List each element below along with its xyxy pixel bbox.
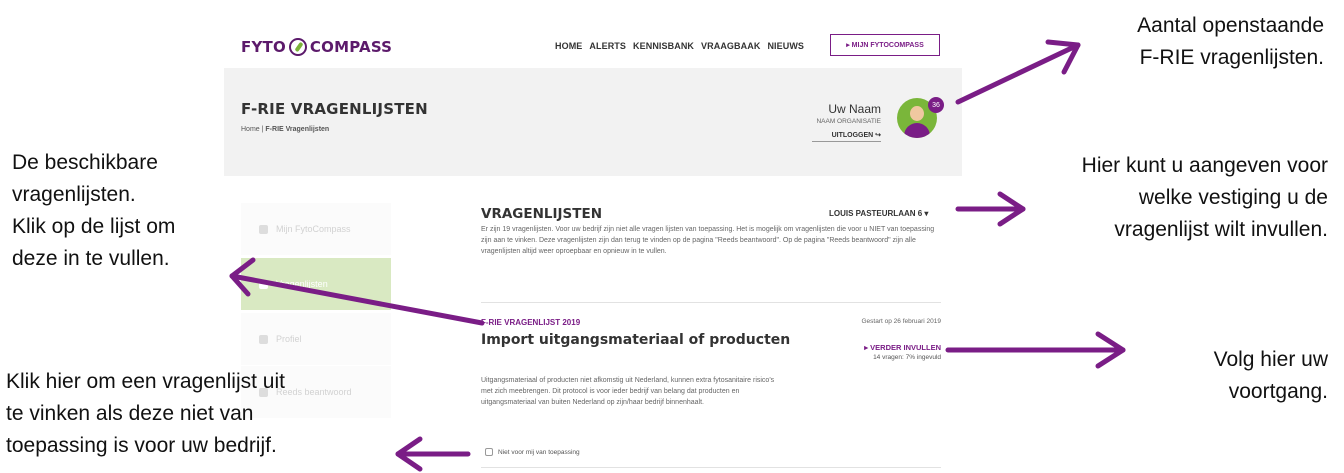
card-start-date: Gestart op 26 februari 2019 [861,318,942,325]
annotation-line: Klik hier om een vragenlijst uit [6,370,285,393]
sidebar-item-profiel[interactable]: Profiel [241,313,391,365]
arrow-to-badge [955,39,1081,105]
annotation-line: vragenlijsten. [12,183,136,206]
annotation-line: F-RIE vragenlijsten. [1139,46,1324,69]
annotation-line: vragenlijst wilt invullen. [1114,218,1328,241]
annotation-line: toepassing is voor uw bedrijf. [6,434,277,457]
open-questionnaires-badge: 36 [928,97,944,113]
location-select[interactable]: LOUIS PASTEURLAAN 6 ▾ [829,209,928,218]
divider [481,467,941,468]
arrow-to-progress [945,331,1126,369]
arrow-to-checkbox [395,436,471,472]
annotation-location: Hier kunt u aangeven voor welke vestigin… [1082,150,1328,246]
avatar-body [904,123,930,138]
not-applicable-checkbox[interactable] [485,448,493,456]
continue-button[interactable]: ▸ VERDER INVULLEN [820,343,941,352]
annotation-line: Klik op de lijst om [12,215,176,238]
avatar-head [910,106,924,121]
nav-alerts[interactable]: ALERTS [589,41,626,51]
intro-text: Er zijn 19 vragenlijsten. Voor uw bedrij… [481,226,935,256]
annotation-line: deze in te vullen. [12,247,170,270]
card-title[interactable]: Import uitgangsmateriaal of producten [481,332,801,349]
annotation-line: welke vestiging u de [1138,186,1328,209]
logo-text-right: COMPASS [309,38,393,56]
logout-link[interactable]: UITLOGGEN ↪ [812,131,881,142]
sidebar-item-label: Vragenlijsten [276,279,328,289]
annotation-progress: Volg hier uw voortgang. [1214,344,1328,408]
not-applicable-label: Niet voor mij van toepassing [498,448,580,456]
page-title: F-RIE VRAGENLIJSTEN [241,100,428,118]
nav-vraagbaak[interactable]: VRAAGBAAK [701,41,760,51]
nav-kennisbank[interactable]: KENNISBANK [633,41,694,51]
annotation-badge: Aantal openstaande F-RIE vragenlijsten. [1137,10,1324,74]
annotation-lists: De beschikbare vragenlijsten. Klik op de… [12,147,175,275]
annotation-line: Hier kunt u aangeven voor [1081,154,1328,177]
annotation-line: Volg hier uw [1213,348,1328,371]
progress-text: 14 vragen: 7% ingevuld [873,354,941,361]
nav-home[interactable]: HOME [555,41,582,51]
not-applicable-row[interactable]: Niet voor mij van toepassing [485,448,580,456]
sidebar-item-label: Profiel [276,334,302,344]
sidebar-item-mijn-fytocompass[interactable]: Mijn FytoCompass [241,203,391,255]
fytocompass-logo[interactable]: FYTO COMPASS [241,38,392,56]
annotation-checkbox: Klik hier om een vragenlijst uit te vink… [6,366,285,462]
breadcrumb-home[interactable]: Home [241,126,260,133]
sidebar-item-label: Mijn FytoCompass [276,224,351,234]
card-subtitle: F-RIE VRAGENLIJST 2019 [481,318,581,327]
home-icon [259,224,268,234]
user-name: Uw Naam [828,102,881,116]
sidebar-item-label: Reeds beantwoord [276,387,352,397]
mijn-fytocompass-button[interactable]: ▸ MIJN FYTOCOMPASS [830,34,940,56]
annotation-line: voortgang. [1228,380,1328,403]
annotation-line: De beschikbare [12,151,158,174]
main-nav: HOME ALERTS KENNISBANK VRAAGBAAK NIEUWS [555,41,804,51]
compass-icon [288,38,307,56]
user-organisation: NAAM ORGANISATIE [816,118,881,125]
nav-nieuws[interactable]: NIEUWS [767,41,804,51]
logo-text-left: FYTO [241,38,286,56]
sidebar-item-vragenlijsten[interactable]: Vragenlijsten [241,258,391,310]
annotation-line: te vinken als deze niet van [6,402,254,425]
list-icon [259,279,268,289]
breadcrumb: Home | F-RIE Vragenlijsten [241,126,329,133]
divider [481,302,941,303]
card-description: Uitgangsmateriaal of producten niet afko… [481,377,775,407]
annotation-line: Aantal openstaande [1137,14,1324,37]
arrow-to-location [955,191,1026,227]
breadcrumb-current: F-RIE Vragenlijsten [265,126,330,133]
user-icon [259,334,268,344]
section-title: VRAGENLIJSTEN [481,206,602,222]
